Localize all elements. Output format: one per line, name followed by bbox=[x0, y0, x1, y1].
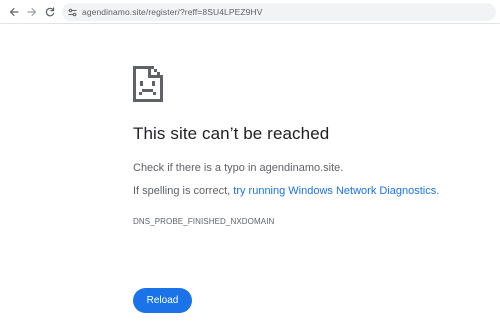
diagnostics-suffix: . bbox=[436, 185, 440, 197]
typo-suggestion: Check if there is a typo in agendinamo.s… bbox=[133, 162, 344, 174]
arrow-right-icon bbox=[27, 7, 37, 17]
diagnostics-link[interactable]: try running Windows Network Diagnostics bbox=[233, 185, 436, 197]
arrow-left-icon bbox=[9, 7, 19, 17]
reload-button[interactable]: Reload bbox=[133, 288, 192, 313]
reload-toolbar-button[interactable] bbox=[42, 4, 58, 20]
reload-icon bbox=[45, 7, 55, 17]
address-bar[interactable]: agendinamo.site/register/?reff=8SU4LPEZ9… bbox=[62, 3, 496, 21]
back-button[interactable] bbox=[6, 4, 22, 20]
page-title: This site can’t be reached bbox=[133, 124, 330, 143]
forward-button[interactable] bbox=[24, 4, 40, 20]
site-info-button[interactable] bbox=[66, 6, 78, 18]
diagnostics-suggestion: If spelling is correct, try running Wind… bbox=[133, 185, 439, 197]
sad-document-icon bbox=[133, 66, 163, 102]
browser-toolbar: agendinamo.site/register/?reff=8SU4LPEZ9… bbox=[0, 0, 500, 24]
site-info-icon bbox=[68, 8, 76, 16]
error-code: DNS_PROBE_FINISHED_NXDOMAIN bbox=[133, 217, 275, 226]
url-text[interactable]: agendinamo.site/register/?reff=8SU4LPEZ9… bbox=[82, 5, 263, 19]
diagnostics-prefix: If spelling is correct, bbox=[133, 185, 234, 197]
